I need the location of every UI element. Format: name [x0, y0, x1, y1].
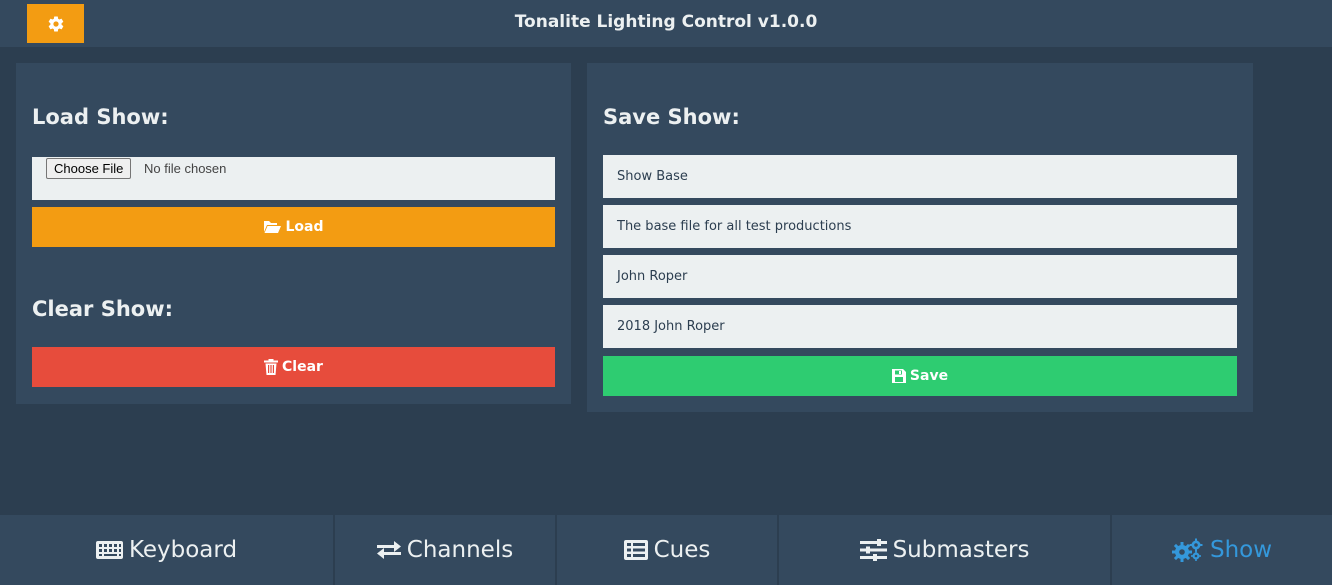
top-bar: Tonalite Lighting Control v1.0.0 [0, 0, 1332, 47]
sliders-icon [859, 539, 887, 561]
tab-cues[interactable]: Cues [557, 515, 777, 585]
show-author-field[interactable]: John Roper [603, 255, 1237, 298]
load-clear-panel: Load Show: Choose File No file chosen Lo… [16, 63, 571, 404]
tab-show[interactable]: Show [1112, 515, 1332, 585]
save-button[interactable]: Save [603, 356, 1237, 396]
choose-file-button[interactable]: Choose File [46, 158, 132, 179]
bottom-nav: Keyboard Channels Cues Submasters Show [0, 515, 1332, 585]
clear-show-heading: Clear Show: [32, 297, 173, 321]
tab-channels-label: Channels [406, 537, 514, 563]
tab-submasters-label: Submasters [892, 537, 1030, 563]
floppy-disk-icon [891, 369, 906, 383]
cogs-icon [1171, 538, 1204, 562]
file-input[interactable]: Choose File No file chosen [32, 157, 555, 200]
load-show-heading: Load Show: [32, 105, 169, 129]
load-label: Load [285, 219, 324, 235]
save-show-heading: Save Show: [603, 105, 740, 129]
show-copyright-field[interactable]: 2018 John Roper [603, 305, 1237, 348]
tab-channels[interactable]: Channels [335, 515, 555, 585]
tab-keyboard[interactable]: Keyboard [0, 515, 333, 585]
load-button[interactable]: Load [32, 207, 555, 247]
save-label: Save [909, 368, 949, 384]
folder-open-icon [263, 220, 282, 234]
show-name-field[interactable]: Show Base [603, 155, 1237, 198]
exchange-icon [376, 540, 401, 560]
trash-icon [264, 359, 279, 375]
clear-button[interactable]: Clear [32, 347, 555, 387]
tab-keyboard-label: Keyboard [128, 537, 238, 563]
tab-submasters[interactable]: Submasters [779, 515, 1110, 585]
tab-cues-label: Cues [653, 537, 711, 563]
list-icon [623, 540, 648, 560]
app-title: Tonalite Lighting Control v1.0.0 [514, 12, 818, 32]
save-panel: Save Show: Show Base The base file for a… [587, 63, 1253, 412]
tab-show-label: Show [1209, 537, 1273, 563]
show-description-field[interactable]: The base file for all test productions [603, 205, 1237, 248]
file-status: No file chosen [144, 161, 227, 176]
clear-label: Clear [282, 359, 323, 375]
keyboard-icon [95, 541, 123, 559]
